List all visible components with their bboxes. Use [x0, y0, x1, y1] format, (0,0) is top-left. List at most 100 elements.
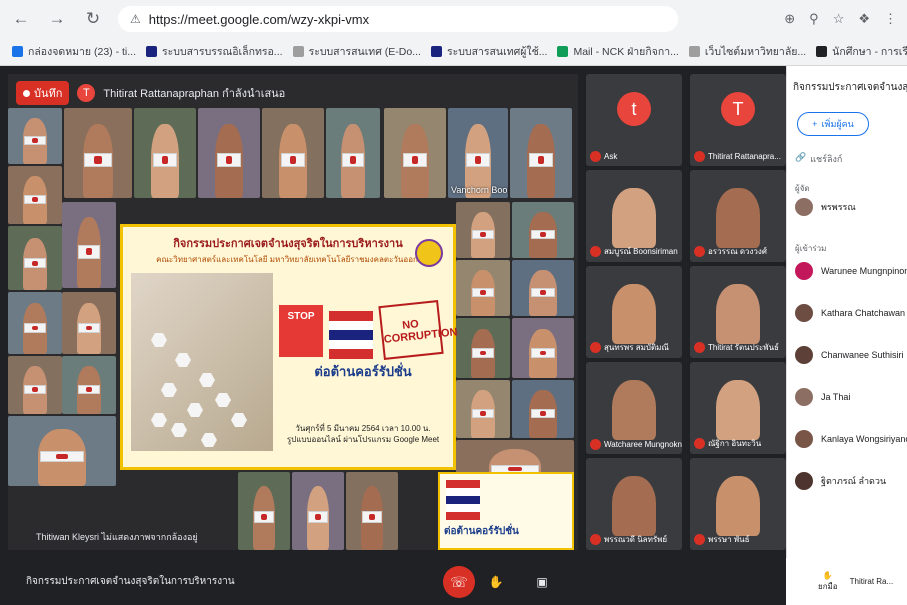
participant-tile[interactable]: สุนทรพร สมบัติมณี: [586, 266, 682, 358]
participant-figure: [716, 380, 760, 440]
participant-video-tile[interactable]: [326, 108, 380, 198]
participant-tile[interactable]: อรวรรณ ดวงวงศ์: [690, 170, 786, 262]
hand-icon: ✋: [822, 570, 833, 580]
bookmark-item[interactable]: Mail - NCK ฝ่ายกิจกา...: [557, 43, 679, 60]
participant-tile[interactable]: t Ask: [586, 74, 682, 166]
participant-figure: [716, 188, 760, 248]
forward-arrow-icon[interactable]: →: [46, 8, 68, 30]
poster-subtitle: คณะวิทยาศาสตร์และเทคโนโลยี มหาวิทยาลัยเท…: [156, 255, 418, 264]
present-button[interactable]: ▣: [530, 570, 554, 594]
participant-name-tag: Watcharee Mungnoknoja...: [590, 439, 682, 450]
anti-corruption-sign: [402, 153, 428, 168]
avatar: [795, 472, 813, 490]
participant-video-tile[interactable]: [292, 472, 344, 550]
anti-corruption-sign: [472, 348, 494, 358]
host-name: พรพรรณ: [821, 202, 856, 212]
participant-row[interactable]: Kathara Chatchawan: [795, 304, 905, 322]
participant-name: Thitirat Rattanapra...: [708, 152, 781, 161]
anti-corruption-sign: [78, 385, 100, 395]
participant-video-tile[interactable]: [384, 108, 446, 198]
participant-video-tile[interactable]: [346, 472, 398, 550]
participant-video-tile[interactable]: [8, 108, 62, 164]
participant-video-tile[interactable]: [238, 472, 290, 550]
hexagon-decoration: [175, 353, 191, 367]
address-bar[interactable]: ⚠ https://meet.google.com/wzy-xkpi-vmx: [118, 6, 678, 32]
participant-video-tile[interactable]: [456, 202, 510, 258]
participant-video-tile[interactable]: [64, 108, 132, 198]
poster-tagline: ต่อต้านคอร์รัปชั่น: [314, 364, 412, 379]
poster-building-photo: [131, 273, 273, 451]
reload-icon[interactable]: ↻: [82, 8, 104, 30]
anti-corruption-sign: [152, 153, 178, 168]
bookmark-item[interactable]: ระบบสารบรรณอิเล็กทรอ...: [146, 43, 283, 60]
participant-row[interactable]: Warunee Mungnpinom (ผม): [795, 262, 907, 280]
participant-video-tile[interactable]: [512, 380, 574, 438]
participant-row[interactable]: Ja Thai: [795, 388, 850, 406]
participant-row[interactable]: Chanwanee Suthisiri: [795, 346, 904, 364]
anti-corruption-sign: [472, 230, 494, 239]
recording-badge: บันทึก: [16, 81, 70, 105]
participant-name: สมบูรณ์ Boonsiriman: [604, 247, 678, 256]
panel-raise-hand-button[interactable]: ✋ ยกมือ: [818, 571, 838, 593]
bookmark-item[interactable]: นักศึกษา - การเรียนออนไ...: [816, 43, 907, 60]
anti-corruption-sign: [24, 385, 46, 395]
participant-figure: [612, 188, 656, 248]
star-icon[interactable]: ☆: [833, 11, 845, 27]
participant-video-tile[interactable]: [456, 380, 510, 438]
participant-name-tag: พรรณวดี นิลทรัพย์: [590, 533, 667, 546]
menu-icon[interactable]: ⋮: [884, 11, 897, 27]
participant-video-tile[interactable]: [8, 356, 62, 414]
participant-video-tile[interactable]: [512, 202, 574, 258]
participant-video-tile[interactable]: [198, 108, 260, 198]
participant-tile[interactable]: Thitirat รัตนประพันธ์: [690, 266, 786, 358]
participant-figure: [612, 284, 656, 344]
back-arrow-icon[interactable]: ←: [10, 8, 32, 30]
participant-row[interactable]: ฐิตาภรณ์ ลำดวน: [795, 472, 886, 490]
extension-icon[interactable]: ❖: [858, 11, 870, 27]
no-corruption-stamp: NO CORRUPTION: [378, 300, 458, 360]
link-icon: 🔗: [795, 152, 807, 162]
participant-tile[interactable]: พรรณวดี นิลทรัพย์: [586, 458, 682, 550]
raise-hand-button[interactable]: ✋: [484, 570, 508, 594]
mic-muted-icon: [590, 342, 601, 353]
panel-footer: ✋ ยกมือ Thitirat Ra...: [786, 558, 907, 605]
host-row[interactable]: พรพรรณ: [795, 198, 856, 216]
add-people-button[interactable]: + เพิ่มผู้คน: [797, 112, 869, 136]
participant-video-tile[interactable]: [262, 108, 324, 198]
participant-video-tile[interactable]: [8, 416, 116, 486]
participant-tile[interactable]: สมบูรณ์ Boonsiriman: [586, 170, 682, 262]
participant-tile[interactable]: T Thitirat Rattanapra...: [690, 74, 786, 166]
presenter-strip: บันทึก T Thitirat Rattanapraphan กำลังนำ…: [16, 80, 576, 106]
participant-video-tile[interactable]: [8, 226, 62, 290]
participant-row[interactable]: Kanlaya Wongsiriyanont: [795, 430, 907, 448]
participant-video-tile[interactable]: [456, 318, 510, 378]
participant-name-tag: พรรษา พันธ์: [694, 533, 749, 546]
participant-video-tile[interactable]: [62, 292, 116, 354]
participant-video-tile[interactable]: [62, 356, 116, 414]
participant-video-tile[interactable]: [512, 260, 574, 316]
bookmark-item[interactable]: ระบบสารสนเทศผู้ใช้...: [430, 43, 547, 60]
zoom-icon[interactable]: ⚲: [809, 11, 819, 27]
browser-chrome: ← → ↻ ⚠ https://meet.google.com/wzy-xkpi…: [0, 0, 907, 66]
bookmark-item[interactable]: กล่องจดหมาย (23) - ti...: [12, 43, 136, 60]
participant-video-tile[interactable]: [512, 318, 574, 378]
participant-video-tile[interactable]: [8, 292, 62, 354]
participant-tile[interactable]: พรรษา พันธ์: [690, 458, 786, 550]
share-link-button[interactable]: 🔗 แชร์ลิงก์: [795, 152, 842, 166]
end-call-button[interactable]: ☏: [443, 566, 475, 598]
participant-video-tile[interactable]: [510, 108, 572, 198]
participant-video-tile[interactable]: [8, 166, 62, 224]
participant-video-tile[interactable]: [456, 260, 510, 316]
translate-icon[interactable]: ⊕: [784, 11, 795, 27]
bookmark-item[interactable]: ระบบสารสนเทศ (E-Do...: [292, 43, 421, 60]
anti-corruption-sign: [530, 348, 556, 358]
participant-video-tile[interactable]: Vanchorn Boony...: [448, 108, 508, 198]
participant-video-tile[interactable]: [134, 108, 196, 198]
tile-caption: Vanchorn Boony...: [451, 185, 508, 195]
participant-tile[interactable]: Watcharee Mungnoknoja...: [586, 362, 682, 454]
participant-video-tile[interactable]: [62, 202, 116, 288]
anti-corruption-banner: ต่อต้านคอร์รัปชั่น: [438, 472, 574, 550]
participant-tile[interactable]: ณัฐิกา อินทะวิน: [690, 362, 786, 454]
bookmark-item[interactable]: เว็บไซต์มหาวิทยาลัย...: [688, 43, 806, 60]
bookmark-label: นักศึกษา - การเรียนออนไ...: [832, 45, 907, 58]
